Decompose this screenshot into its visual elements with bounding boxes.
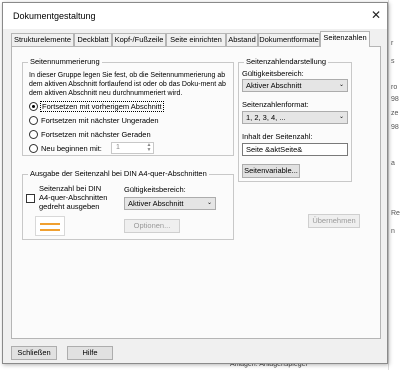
chevron-down-icon: ⌄ xyxy=(206,200,212,206)
radio-continue-previous[interactable]: Fortsetzen mit vorherigem Abschnitt xyxy=(29,100,164,112)
apply-button[interactable]: Übernehmen xyxy=(308,214,360,228)
page-format-label: Seitenzahlenformat: xyxy=(242,100,309,109)
dialog-title: Dokumentgestaltung xyxy=(13,11,96,21)
tab-strukturelemente[interactable]: Strukturelemente xyxy=(11,33,74,46)
background-fragment: ze xyxy=(391,110,399,117)
display-scope-value: Aktiver Abschnitt xyxy=(246,81,302,90)
a4-landscape-group: Ausgabe der Seitenzahl bei DIN A4-quer-A… xyxy=(22,169,234,240)
tab-kopf-fusszeile[interactable]: Kopf-/Fußzeile xyxy=(112,33,166,46)
a4-scope-label: Gültigkeitsbereich: xyxy=(124,185,186,194)
checkbox-label-line: Seitenzahl bei DIN xyxy=(39,184,102,193)
radio-label: Fortsetzen mit nächster Geraden xyxy=(41,129,151,139)
background-fragment: s xyxy=(391,58,395,65)
page-format-value: 1, 2, 3, 4, ... xyxy=(246,113,286,122)
title-bar: Dokumentgestaltung ✕ xyxy=(3,3,387,29)
close-icon[interactable]: ✕ xyxy=(369,8,383,22)
display-group: Seitenzahlendarstellung Gültigkeitsberei… xyxy=(238,57,352,182)
a4-group-title: Ausgabe der Seitenzahl bei DIN A4-quer-A… xyxy=(28,169,209,178)
rotation-preview-icon xyxy=(35,216,65,236)
tab-deckblatt[interactable]: Deckblatt xyxy=(74,33,112,46)
numbering-group: Seitennummerierung In dieser Gruppe lege… xyxy=(22,57,234,156)
radio-restart[interactable]: Neu beginnen mit: xyxy=(29,143,102,153)
start-number-stepper[interactable]: 1 ▲ ▼ xyxy=(111,142,154,154)
radio-continue-odd[interactable]: Fortsetzen mit nächster Ungeraden xyxy=(29,115,159,125)
background-fragment: a xyxy=(391,160,395,167)
stepper-down-icon[interactable]: ▼ xyxy=(145,148,153,153)
radio-label: Neu beginnen mit: xyxy=(41,143,102,153)
page-content-label: Inhalt der Seitenzahl: xyxy=(242,132,313,141)
chevron-down-icon: ⌄ xyxy=(338,82,344,88)
a4-scope-select[interactable]: Aktiver Abschnitt ⌄ xyxy=(124,197,216,210)
numbering-description: In dieser Gruppe legen Sie fest, ob die … xyxy=(29,72,226,97)
rotate-page-number-checkbox[interactable] xyxy=(26,194,35,203)
start-number-value: 1 xyxy=(116,144,120,151)
background-fragment: 98 xyxy=(391,124,399,131)
options-button[interactable]: Optionen... xyxy=(124,219,180,233)
background-fragment: ro xyxy=(391,84,398,91)
display-scope-label: Gültigkeitsbereich: xyxy=(242,69,304,78)
radio-label: Fortsetzen mit nächster Ungeraden xyxy=(41,115,159,125)
radio-button-icon[interactable] xyxy=(29,143,38,153)
radio-label: Fortsetzen mit vorherigem Abschnitt xyxy=(40,100,164,112)
close-button[interactable]: Schließen xyxy=(11,346,57,360)
display-group-title: Seitenzahlendarstellung xyxy=(244,57,329,66)
display-scope-select[interactable]: Aktiver Abschnitt ⌄ xyxy=(242,79,348,92)
checkbox-label-line: A4-quer-Abschnitten xyxy=(39,193,108,202)
document-design-dialog: Dokumentgestaltung ✕ Strukturelemente De… xyxy=(2,2,388,364)
numbering-group-title: Seitennummerierung xyxy=(28,57,102,66)
tab-dokumentformate[interactable]: Dokumentformate xyxy=(258,33,320,46)
radio-button-icon[interactable] xyxy=(29,129,38,139)
tab-seite-einrichten[interactable]: Seite einrichten xyxy=(166,33,226,46)
page-format-select[interactable]: 1, 2, 3, 4, ... ⌄ xyxy=(242,111,348,124)
a4-scope-value: Aktiver Abschnitt xyxy=(128,199,184,208)
radio-button-icon[interactable] xyxy=(29,101,38,111)
tab-seitenzahlen[interactable]: Seitenzahlen xyxy=(320,31,370,47)
background-fragment: 98 xyxy=(391,96,399,103)
background-fragment: r xyxy=(391,40,394,47)
background-fragment: Re xyxy=(391,210,400,217)
background-right-edge: r s ro 98 ze 98 a Re n xyxy=(388,0,400,370)
background-fragment: n xyxy=(391,228,395,235)
page-content-input[interactable]: Seite &aktSeite& xyxy=(242,143,348,156)
tab-abstand[interactable]: Abstand xyxy=(226,33,258,46)
help-button[interactable]: Hilfe xyxy=(67,346,113,360)
radio-continue-even[interactable]: Fortsetzen mit nächster Geraden xyxy=(29,129,151,139)
page-variable-button[interactable]: Seitenvariable... xyxy=(242,164,300,178)
chevron-down-icon: ⌄ xyxy=(338,114,344,120)
page-numbers-panel: Seitennummerierung In dieser Gruppe lege… xyxy=(11,46,381,339)
checkbox-label-line: gedreht ausgeben xyxy=(39,202,100,211)
radio-button-icon[interactable] xyxy=(29,115,38,125)
